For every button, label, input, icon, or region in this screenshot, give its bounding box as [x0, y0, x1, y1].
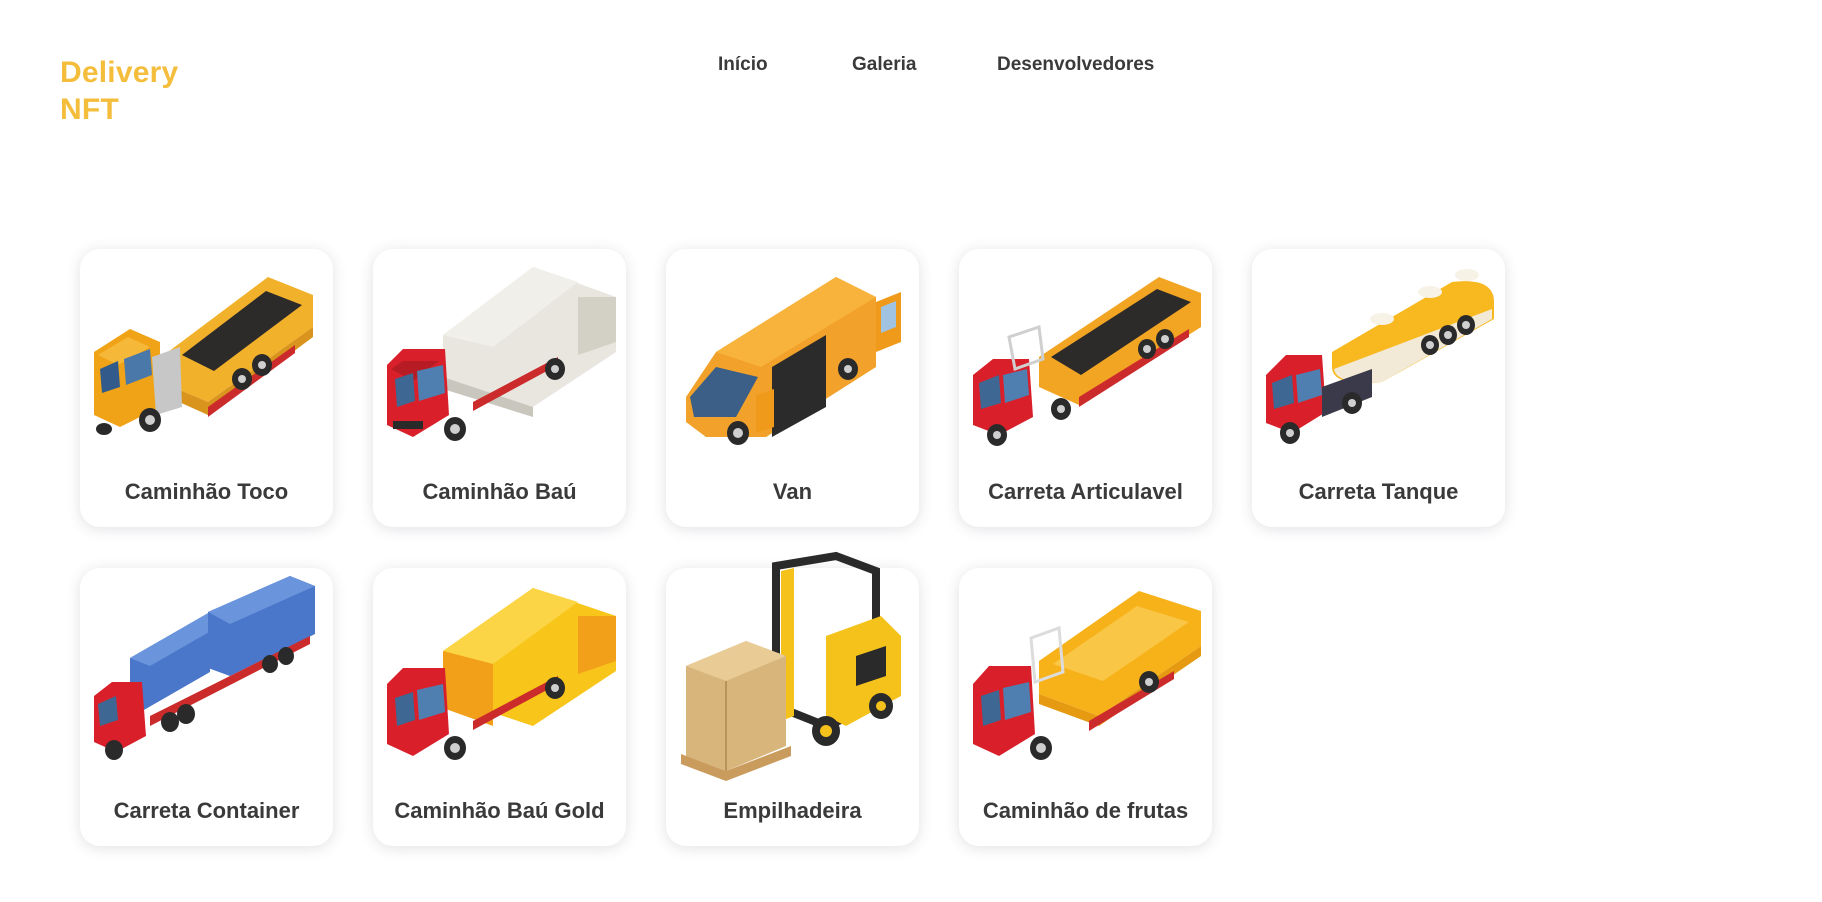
vehicle-card[interactable]: Caminhão Toco: [80, 249, 333, 527]
brand-logo[interactable]: Delivery NFT: [60, 54, 178, 128]
vehicle-card[interactable]: Carreta Tanque: [1252, 249, 1505, 527]
vehicle-card[interactable]: Caminhão Baú Gold: [373, 568, 626, 846]
nav-link-inicio[interactable]: Início: [718, 54, 852, 76]
gold-box-truck-icon: [383, 576, 616, 776]
fruit-truck-icon: [969, 576, 1202, 776]
vehicle-card-title: Carreta Tanque: [1298, 479, 1459, 504]
van-icon: [676, 257, 909, 457]
vehicle-card[interactable]: Carreta Articulavel: [959, 249, 1212, 527]
vehicle-card-title: Carreta Container: [113, 798, 300, 823]
vehicle-card[interactable]: Van: [666, 249, 919, 527]
dump-truck-icon: [90, 257, 323, 457]
brand-line-2: NFT: [60, 93, 119, 126]
main-nav: Início Galeria Desenvolvedores: [718, 54, 1154, 76]
vehicle-card-title: Carreta Articulavel: [988, 479, 1183, 504]
brand-line-1: Delivery: [60, 56, 179, 89]
nav-link-galeria[interactable]: Galeria: [852, 54, 997, 76]
container-truck-icon: [90, 576, 323, 776]
flatbed-trailer-icon: [969, 257, 1202, 457]
vehicle-card[interactable]: Empilhadeira: [666, 551, 919, 846]
vehicle-card-title: Caminhão de frutas: [982, 798, 1189, 823]
vehicle-card-title: Caminhão Baú Gold: [394, 798, 605, 823]
vehicle-gallery: Caminhão Toco Caminhão Baú Van Carreta A…: [80, 249, 1505, 846]
box-truck-icon: [383, 257, 616, 457]
vehicle-card[interactable]: Caminhão de frutas: [959, 568, 1212, 846]
tanker-truck-icon: [1262, 257, 1495, 457]
vehicle-card-title: Caminhão Baú: [422, 479, 577, 504]
forklift-icon: [676, 551, 909, 781]
vehicle-card[interactable]: Carreta Container: [80, 568, 333, 846]
nav-link-desenvolvedores[interactable]: Desenvolvedores: [997, 54, 1154, 76]
vehicle-card-title: Caminhão Toco: [124, 479, 289, 504]
vehicle-card-title: Van: [772, 479, 813, 504]
vehicle-card-title: Empilhadeira: [723, 798, 862, 823]
vehicle-card[interactable]: Caminhão Baú: [373, 249, 626, 527]
